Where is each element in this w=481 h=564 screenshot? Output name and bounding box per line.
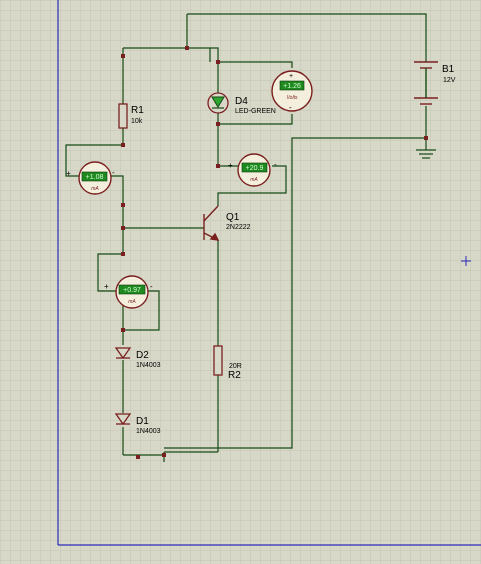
d2-value: 1N4003 (136, 362, 161, 369)
voltmeter-reading: +1.26 (283, 83, 301, 90)
ammeter-base-unit: mA (91, 186, 99, 192)
ammeter-collector-unit: mA (250, 177, 258, 183)
d2-ref: D2 (136, 350, 149, 361)
ammeter-diode-plus: + (104, 282, 109, 291)
voltmeter-plus: + (289, 73, 293, 80)
d4-value: LED-GREEN (235, 108, 276, 115)
r1-value: 10k (131, 118, 143, 125)
b1-value: 12V (443, 77, 456, 84)
ammeter-base-plus: + (66, 169, 71, 178)
voltmeter[interactable]: +1.26 Volts + - (271, 70, 313, 112)
ammeter-collector-minus: - (274, 160, 277, 169)
q1-ref: Q1 (226, 212, 240, 223)
ammeter-base-reading: +1.08 (86, 174, 104, 181)
ammeter-diode-minus: - (150, 282, 153, 291)
r2-ref: R2 (228, 370, 241, 381)
d1-ref: D1 (136, 416, 149, 427)
d1-value: 1N4003 (136, 428, 161, 435)
voltmeter-minus: - (289, 103, 292, 112)
schematic-canvas[interactable]: B1 12V R1 10k 20R R2 D4 LED-GREEN Q1 2N2… (0, 0, 481, 564)
resistor-r1[interactable] (118, 103, 128, 129)
resistor-r2[interactable] (213, 345, 223, 376)
ammeter-collector-reading: +20.9 (246, 165, 264, 172)
d4-ref: D4 (235, 96, 248, 107)
r2-value: 20R (229, 363, 242, 370)
ammeter-diode-reading: +0.97 (123, 287, 141, 294)
r1-ref: R1 (131, 105, 144, 116)
voltmeter-unit: Volts (287, 95, 298, 101)
grid (0, 0, 481, 564)
led-d4[interactable] (207, 92, 229, 114)
q1-value: 2N2222 (226, 224, 251, 231)
b1-ref: B1 (442, 64, 455, 75)
ammeter-diode-unit: mA (128, 299, 136, 305)
ammeter-base-minus: - (112, 168, 115, 177)
ammeter-collector-plus: + (228, 161, 233, 170)
